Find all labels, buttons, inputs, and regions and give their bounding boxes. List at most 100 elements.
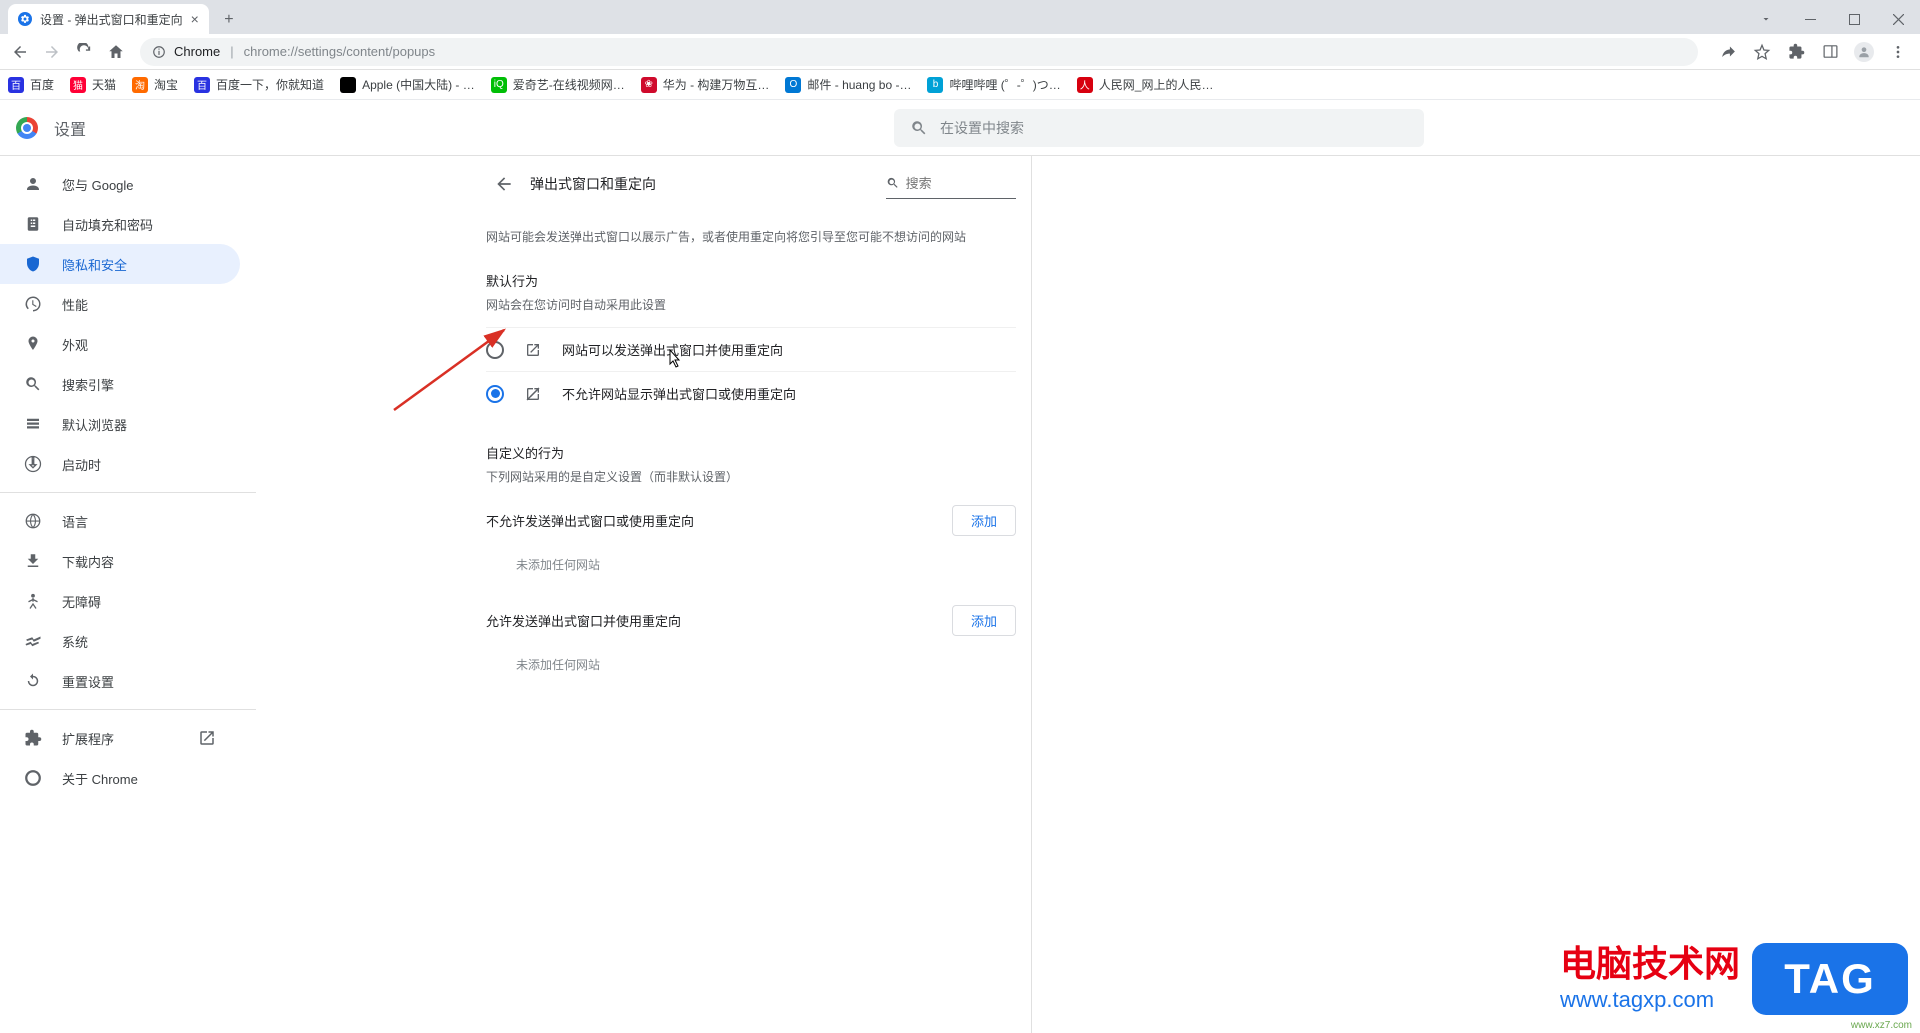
sidebar-item[interactable]: 关于 Chrome (0, 758, 240, 798)
search-icon (910, 119, 928, 137)
bookmark-item[interactable]: 百百度 (8, 76, 54, 93)
sidebar-icon (24, 512, 42, 530)
sidebar-icon (24, 592, 42, 610)
settings-search-box[interactable]: 在设置中搜索 (894, 109, 1424, 147)
settings-search-placeholder: 在设置中搜索 (940, 118, 1024, 138)
sidebar-item-label: 重置设置 (62, 672, 114, 691)
sidebar-icon (24, 729, 42, 747)
sidebar-item[interactable]: 外观 (0, 324, 240, 364)
sidebar-item-label: 扩展程序 (62, 729, 114, 748)
sidebar-item[interactable]: 重置设置 (0, 661, 240, 701)
sidebar-item[interactable]: 启动时 (0, 444, 240, 484)
bookmark-item[interactable]: 淘淘宝 (132, 76, 178, 93)
nav-forward-button[interactable] (38, 38, 66, 66)
bookmark-item[interactable]: b哔哩哔哩 (゜-゜)つ… (927, 76, 1060, 93)
bookmark-favicon: 人 (1077, 77, 1093, 93)
panel-search[interactable] (886, 169, 1016, 199)
sidebar-icon (24, 769, 42, 787)
address-bar[interactable]: Chrome | chrome://settings/content/popup… (140, 38, 1698, 66)
bookmark-label: 邮件 - huang bo -… (807, 76, 911, 93)
add-allowed-site-button[interactable]: 添加 (952, 605, 1016, 636)
window-minimize-icon[interactable] (1788, 4, 1832, 34)
sidebar-item-label: 系统 (62, 632, 88, 651)
bookmark-star-icon[interactable] (1746, 38, 1778, 66)
bookmark-item[interactable]: O 邮件 - huang bo -… (785, 76, 911, 93)
sidebar-item-label: 关于 Chrome (62, 769, 138, 788)
omnibox-product: Chrome (174, 44, 220, 59)
sidebar-item[interactable]: 搜索引擎 (0, 364, 240, 404)
bookmark-label: Apple (中国大陆) - … (362, 76, 475, 93)
browser-tab[interactable]: 设置 - 弹出式窗口和重定向 × (8, 4, 209, 34)
bookmark-favicon: O (785, 77, 801, 93)
bookmark-item[interactable]: Apple (中国大陆) - … (340, 76, 475, 93)
sidebar-icon (24, 215, 42, 233)
sidebar-item-label: 语言 (62, 512, 88, 531)
sidepanel-icon[interactable] (1814, 38, 1846, 66)
bookmark-favicon: 百 (194, 77, 210, 93)
sidebar-item[interactable]: 无障碍 (0, 581, 240, 621)
tab-title: 设置 - 弹出式窗口和重定向 (40, 11, 183, 28)
sidebar-icon (24, 552, 42, 570)
window-dropdown-icon[interactable] (1744, 4, 1788, 34)
bookmarks-bar: 百百度猫天猫淘淘宝百百度一下，你就知道Apple (中国大陆) - …iQ爱奇艺… (0, 70, 1920, 100)
panel-back-button[interactable] (486, 166, 522, 202)
sidebar-item[interactable]: 隐私和安全 (0, 244, 240, 284)
sidebar-icon (24, 672, 42, 690)
bookmark-item[interactable]: iQ爱奇艺-在线视频网… (491, 76, 625, 93)
radio-selected-icon (486, 385, 504, 403)
sidebar-item[interactable]: 扩展程序 (0, 718, 240, 758)
window-controls (1744, 4, 1920, 34)
share-icon[interactable] (1712, 38, 1744, 66)
sidebar-icon (24, 255, 42, 273)
add-blocked-site-button[interactable]: 添加 (952, 505, 1016, 536)
bookmark-label: 华为 - 构建万物互… (663, 76, 770, 93)
sidebar-item-label: 搜索引擎 (62, 375, 114, 394)
bookmark-label: 百度一下，你就知道 (216, 76, 324, 93)
bookmark-item[interactable]: 人人民网_网上的人民… (1077, 76, 1214, 93)
sidebar-item-label: 您与 Google (62, 175, 134, 194)
sidebar-item[interactable]: 下载内容 (0, 541, 240, 581)
nav-back-button[interactable] (6, 38, 34, 66)
sidebar-item[interactable]: 语言 (0, 501, 240, 541)
bookmark-favicon: b (927, 77, 943, 93)
window-titlebar: 设置 - 弹出式窗口和重定向 × + (0, 0, 1920, 34)
new-tab-button[interactable]: + (215, 6, 243, 34)
bookmark-favicon: 百 (8, 77, 24, 93)
nav-reload-button[interactable] (70, 38, 98, 66)
bookmark-label: 淘宝 (154, 76, 178, 93)
sidebar-item-label: 自动填充和密码 (62, 215, 153, 234)
site-info-icon[interactable] (152, 45, 166, 59)
tab-close-icon[interactable]: × (191, 11, 199, 27)
window-close-icon[interactable] (1876, 4, 1920, 34)
window-maximize-icon[interactable] (1832, 4, 1876, 34)
bookmark-favicon: 淘 (132, 77, 148, 93)
sidebar-item[interactable]: 系统 (0, 621, 240, 661)
bookmark-item[interactable]: 猫天猫 (70, 76, 116, 93)
settings-main: 弹出式窗口和重定向 网站可能会发送弹出式窗口以展示广告，或者使用重定向将您引导至… (256, 156, 1920, 1033)
sidebar-item[interactable]: 默认浏览器 (0, 404, 240, 444)
custom-behavior-sub: 下列网站采用的是自定义设置（而非默认设置） (486, 468, 1016, 485)
panel-header: 弹出式窗口和重定向 (486, 156, 1016, 212)
sidebar-item[interactable]: 您与 Google (0, 164, 240, 204)
menu-icon[interactable] (1882, 38, 1914, 66)
bookmark-item[interactable]: ❀华为 - 构建万物互… (641, 76, 770, 93)
sidebar-icon (24, 175, 42, 193)
nav-home-button[interactable] (102, 38, 130, 66)
panel-search-input[interactable] (906, 176, 1016, 191)
bookmark-label: 百度 (30, 76, 54, 93)
radio-block-label: 不允许网站显示弹出式窗口或使用重定向 (562, 384, 796, 403)
search-icon (886, 175, 900, 191)
sidebar-item[interactable]: 性能 (0, 284, 240, 324)
radio-option-block[interactable]: 不允许网站显示弹出式窗口或使用重定向 (486, 371, 1016, 415)
sidebar-icon (24, 375, 42, 393)
default-behavior-sub: 网站会在您访问时自动采用此设置 (486, 296, 1016, 313)
extensions-icon[interactable] (1780, 38, 1812, 66)
sidebar-item-label: 性能 (62, 295, 88, 314)
block-list-empty-text: 未添加任何网站 (486, 536, 1016, 585)
sidebar-icon (24, 455, 42, 473)
bookmark-item[interactable]: 百百度一下，你就知道 (194, 76, 324, 93)
radio-option-allow[interactable]: 网站可以发送弹出式窗口并使用重定向 (486, 327, 1016, 371)
sidebar-item[interactable]: 自动填充和密码 (0, 204, 240, 244)
profile-avatar-icon[interactable] (1848, 38, 1880, 66)
bookmark-label: 人民网_网上的人民… (1099, 76, 1214, 93)
